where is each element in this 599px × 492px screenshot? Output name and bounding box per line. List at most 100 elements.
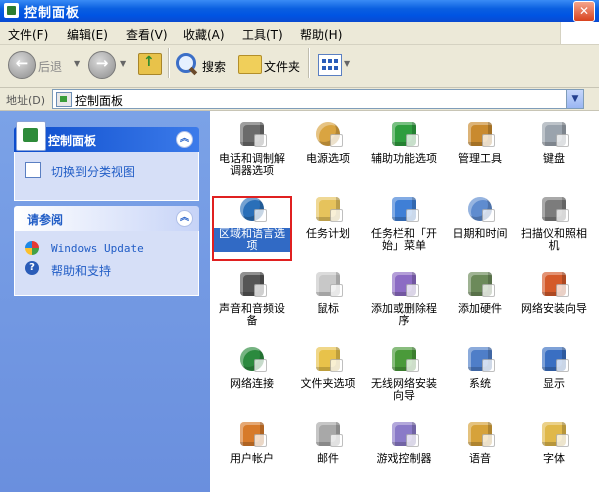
control-panel-item[interactable]: 扫描仪和照相机 [516, 193, 592, 252]
control-panel-item[interactable]: 系统 [442, 343, 518, 390]
views-button[interactable]: ▼ [316, 51, 354, 81]
close-button[interactable]: ✕ [573, 1, 595, 22]
add-hardware-icon [464, 268, 496, 300]
control-panel-item[interactable]: 电话和调制解调器选项 [214, 118, 290, 177]
folders-button[interactable]: 文件夹 [236, 51, 304, 81]
forward-dropdown-icon[interactable]: ▼ [120, 59, 126, 68]
accessibility-icon [388, 118, 420, 150]
toolbar-divider [308, 48, 310, 78]
help-and-support-link[interactable]: ? 帮助和支持 [15, 259, 198, 279]
windows-update-link[interactable]: Windows Update [15, 239, 198, 259]
user-accounts-icon [236, 418, 268, 450]
toolbar: ← 后退 ▼ → ▼ ↑ 搜索 文件夹 ▼ [0, 45, 599, 88]
collapse-chevron-icon[interactable]: ︽ [176, 210, 193, 227]
item-label: 字体 [543, 452, 565, 465]
toolbar-divider [168, 48, 170, 78]
control-panel-panel-header[interactable]: 控制面板 ︽ [14, 121, 199, 152]
system-icon [464, 343, 496, 375]
panel-title: 请参阅 [27, 213, 64, 227]
menu-bar: 文件(F) 编辑(E) 查看(V) 收藏(A) 工具(T) 帮助(H) [0, 22, 599, 45]
item-label: 网络安装向导 [521, 302, 587, 315]
help-icon: ? [25, 261, 39, 275]
control-panel-item[interactable]: 键盘 [516, 118, 592, 165]
item-label: 邮件 [317, 452, 339, 465]
speaker-icon [236, 268, 268, 300]
control-panel-panel: 控制面板 ︽ 切换到分类视图 [14, 121, 199, 201]
wireless-icon [388, 343, 420, 375]
control-panel-item[interactable]: 任务栏和「开始」菜单 [366, 193, 442, 252]
control-panel-item[interactable]: 添加或删除程序 [366, 268, 442, 327]
control-panel-item[interactable]: 添加硬件 [442, 268, 518, 315]
menu-file[interactable]: 文件(F) [8, 26, 48, 43]
windows-logo-icon [560, 22, 599, 44]
control-panel-item[interactable]: 管理工具 [442, 118, 518, 165]
control-panel-item[interactable]: 邮件 [290, 418, 366, 465]
control-panel-item[interactable]: 字体 [516, 418, 592, 465]
menu-view[interactable]: 查看(V) [126, 26, 168, 43]
control-panel-item[interactable]: 用户帐户 [214, 418, 290, 465]
control-panel-item[interactable]: 语音 [442, 418, 518, 465]
control-panel-item[interactable]: 文件夹选项 [290, 343, 366, 390]
power-options-icon [312, 118, 344, 150]
address-field[interactable]: 控制面板 ▼ [52, 89, 584, 109]
keyboard-icon [538, 118, 570, 150]
menu-tools[interactable]: 工具(T) [242, 26, 283, 43]
panel-title: 控制面板 [48, 134, 97, 148]
display-icon [538, 343, 570, 375]
item-label: 显示 [543, 377, 565, 390]
item-label: 键盘 [543, 152, 565, 165]
views-dropdown-icon[interactable]: ▼ [344, 59, 350, 68]
collapse-chevron-icon[interactable]: ︽ [176, 131, 193, 148]
control-panel-item[interactable]: 电源选项 [290, 118, 366, 165]
phone-modem-icon [236, 118, 268, 150]
back-label: 后退 [38, 60, 63, 74]
control-panel-item[interactable]: 网络安装向导 [516, 268, 592, 315]
item-label: 任务栏和「开始」菜单 [371, 227, 437, 252]
switch-to-category-view-link[interactable]: 切换到分类视图 [15, 160, 198, 180]
address-value: 控制面板 [75, 94, 124, 108]
up-folder-icon: ↑ [138, 53, 162, 75]
menu-favorites[interactable]: 收藏(A) [183, 26, 225, 43]
back-dropdown-icon[interactable]: ▼ [74, 59, 80, 68]
address-label: 地址(D) [6, 94, 46, 107]
item-label: 游戏控制器 [376, 452, 432, 465]
item-label: 日期和时间 [452, 227, 508, 240]
address-bar: 地址(D) 控制面板 ▼ [0, 88, 599, 111]
control-panel-item[interactable]: 网络连接 [214, 343, 290, 390]
item-label: 鼠标 [317, 302, 339, 315]
views-icon [318, 54, 342, 76]
folder-options-icon [312, 343, 344, 375]
item-label: 声音和音频设备 [219, 302, 285, 327]
control-panel-title-icon [4, 3, 19, 18]
forward-button[interactable]: → ▼ [88, 51, 132, 81]
control-panel-item[interactable]: 声音和音频设备 [214, 268, 290, 327]
window-title: 控制面板 [24, 6, 81, 21]
control-panel-panel-body: 切换到分类视图 [14, 152, 199, 201]
control-panel-item[interactable]: 游戏控制器 [366, 418, 442, 465]
task-pane: 控制面板 ︽ 切换到分类视图 请参阅 ︽ Windows Update ? 帮助… [0, 111, 210, 492]
item-label: 网络连接 [230, 377, 274, 390]
up-folder-button[interactable]: ↑ [138, 51, 164, 81]
back-arrow-icon: ← [8, 51, 36, 79]
item-label: 添加或删除程序 [371, 302, 437, 327]
control-panel-item[interactable]: 辅助功能选项 [366, 118, 442, 165]
speech-icon [464, 418, 496, 450]
address-dropdown-button[interactable]: ▼ [566, 90, 583, 108]
scheduled-tasks-icon [312, 193, 344, 225]
menu-help[interactable]: 帮助(H) [300, 26, 342, 43]
back-button[interactable]: ← 后退 ▼ [8, 51, 88, 81]
item-label: 任务计划 [306, 227, 350, 240]
control-panel-item[interactable]: 显示 [516, 343, 592, 390]
control-panel-item[interactable]: 日期和时间 [442, 193, 518, 240]
control-panel-item[interactable]: 鼠标 [290, 268, 366, 315]
search-button[interactable]: 搜索 [174, 51, 230, 81]
folders-label: 文件夹 [264, 60, 301, 74]
see-also-panel-header[interactable]: 请参阅 ︽ [14, 206, 199, 231]
control-panel-icon [16, 121, 46, 151]
control-panel-item[interactable]: 任务计划 [290, 193, 366, 240]
item-label: 扫描仪和照相机 [521, 227, 587, 252]
menu-edit[interactable]: 编辑(E) [67, 26, 108, 43]
control-panel-item[interactable]: 无线网络安装向导 [366, 343, 442, 402]
highlight-box [212, 196, 292, 261]
search-label: 搜索 [202, 60, 227, 74]
